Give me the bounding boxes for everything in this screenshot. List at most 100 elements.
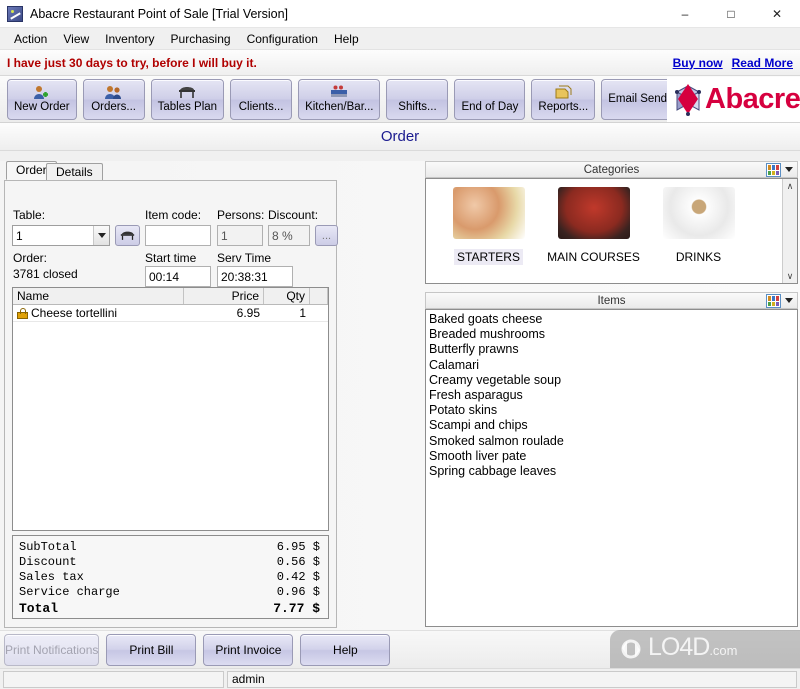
totals-row-total: Total 7.77 $: [19, 600, 320, 618]
categories-list[interactable]: STARTERS MAIN COURSES DRINKS ∧ ∨: [425, 178, 798, 284]
window-controls: – □ ✕: [662, 0, 800, 28]
service-charge-value: 0.96 $: [276, 585, 320, 599]
help-button[interactable]: Help: [300, 633, 391, 666]
totals-row-discount: Discount 0.56 $: [19, 555, 320, 570]
list-item[interactable]: Scampi and chips: [429, 418, 797, 433]
drinks-photo: [662, 187, 735, 239]
grid-header: Name Price Qty: [13, 288, 328, 305]
menu-purchasing[interactable]: Purchasing: [163, 29, 239, 49]
tab-details[interactable]: Details: [46, 163, 103, 180]
column-header-price[interactable]: Price: [184, 288, 264, 304]
item-code-label: Item code:: [145, 208, 202, 222]
end-of-day-button[interactable]: End of Day: [454, 78, 526, 120]
window-title: Abacre Restaurant Point of Sale [Trial V…: [30, 6, 289, 21]
serv-time-label: Serv Time: [217, 251, 272, 265]
column-header-spacer: [310, 288, 328, 304]
print-notifications-button[interactable]: Print Notifications: [4, 633, 100, 666]
buy-now-link[interactable]: Buy now: [673, 56, 723, 70]
discount-total-label: Discount: [19, 555, 77, 569]
print-bill-button[interactable]: Print Bill: [106, 633, 197, 666]
category-item[interactable]: MAIN COURSES: [545, 187, 642, 283]
order-value: 3781 closed: [13, 267, 78, 281]
main-toolbar: New Order Orders... Tables Plan Clients.…: [0, 76, 800, 123]
menu-configuration[interactable]: Configuration: [239, 29, 326, 49]
orders-button[interactable]: Orders...: [82, 78, 145, 120]
start-time-input[interactable]: [145, 266, 211, 287]
list-item[interactable]: Spring cabbage leaves: [429, 464, 797, 479]
table-select[interactable]: 1: [12, 225, 110, 246]
tables-plan-button[interactable]: Tables Plan: [150, 78, 225, 120]
discount-total-value: 0.56 $: [276, 555, 320, 569]
item-code-input[interactable]: [145, 225, 211, 246]
tables-plan-icon: [178, 84, 196, 100]
chevron-down-icon[interactable]: [93, 226, 109, 245]
print-invoice-button[interactable]: Print Invoice: [203, 633, 294, 666]
action-button-bar: Print Notifications Print Bill Print Inv…: [0, 630, 800, 668]
discount-more-button[interactable]: ...: [315, 225, 338, 246]
categories-scrollbar[interactable]: ∧ ∨: [782, 179, 797, 283]
sales-tax-label: Sales tax: [19, 570, 84, 584]
reports-icon: [554, 84, 572, 100]
orders-icon: [104, 84, 123, 100]
category-item[interactable]: STARTERS: [440, 187, 537, 283]
scroll-up-icon[interactable]: ∧: [787, 179, 794, 193]
chevron-down-icon[interactable]: [785, 298, 793, 303]
list-item[interactable]: Smoked salmon roulade: [429, 434, 797, 449]
items-list[interactable]: Baked goats cheese Breaded mushrooms But…: [425, 309, 798, 627]
kitchen-bar-button[interactable]: Kitchen/Bar...: [298, 78, 381, 120]
list-item[interactable]: Potato skins: [429, 403, 797, 418]
item-price: 6.95: [236, 306, 260, 320]
panel-splitter[interactable]: [343, 161, 425, 630]
chevron-down-icon[interactable]: [785, 167, 793, 172]
abacre-logo-text: Abacre: [705, 83, 800, 115]
column-header-qty[interactable]: Qty: [264, 288, 310, 304]
order-items-grid[interactable]: Name Price Qty Cheese tortellini 6.95 1: [12, 287, 329, 531]
list-item[interactable]: Breaded mushrooms: [429, 327, 797, 342]
close-button[interactable]: ✕: [754, 0, 800, 28]
menu-help[interactable]: Help: [326, 29, 367, 49]
table-picker-button[interactable]: [115, 225, 140, 246]
reports-label: Reports...: [538, 101, 589, 113]
subtotal-value: 6.95 $: [276, 540, 320, 554]
categories-title: Categories: [583, 163, 640, 176]
end-of-day-label: End of Day: [461, 101, 519, 113]
minimize-button[interactable]: –: [662, 0, 708, 28]
table-label: Table:: [13, 208, 46, 222]
list-item[interactable]: Baked goats cheese: [429, 312, 797, 327]
grid-view-icon[interactable]: [766, 294, 781, 308]
read-more-link[interactable]: Read More: [732, 56, 793, 70]
reports-button[interactable]: Reports...: [531, 78, 596, 120]
table-row[interactable]: Cheese tortellini 6.95 1: [13, 305, 328, 322]
category-label: MAIN COURSES: [547, 250, 640, 264]
item-name: Cheese tortellini: [31, 306, 118, 320]
list-item[interactable]: Butterfly prawns: [429, 342, 797, 357]
shifts-label: Shifts...: [398, 101, 437, 113]
status-pane-left: [3, 670, 224, 688]
menu-action[interactable]: Action: [6, 29, 55, 49]
menu-inventory[interactable]: Inventory: [97, 29, 162, 49]
menu-view[interactable]: View: [55, 29, 97, 49]
catalog-panel: Categories STARTERS MAIN COURSES DRINKS: [425, 161, 798, 630]
trial-notice-bar: I have just 30 days to try, before I wil…: [0, 50, 800, 76]
list-item[interactable]: Creamy vegetable soup: [429, 373, 797, 388]
sales-tax-value: 0.42 $: [276, 570, 320, 584]
list-item[interactable]: Fresh asparagus: [429, 388, 797, 403]
start-time-label: Start time: [145, 251, 197, 265]
grid-view-icon[interactable]: [766, 163, 781, 177]
maximize-button[interactable]: □: [708, 0, 754, 28]
clients-button[interactable]: Clients...: [230, 78, 293, 120]
tab-strip: Order Details: [6, 161, 343, 180]
scroll-down-icon[interactable]: ∨: [787, 269, 794, 283]
discount-input[interactable]: [268, 225, 310, 246]
column-header-name[interactable]: Name: [13, 288, 184, 304]
category-item[interactable]: DRINKS: [650, 187, 747, 283]
new-order-button[interactable]: New Order: [7, 78, 77, 120]
list-item[interactable]: Smooth liver pate: [429, 449, 797, 464]
persons-input[interactable]: [217, 225, 263, 246]
shifts-button[interactable]: Shifts...: [386, 78, 449, 120]
item-qty: 1: [299, 306, 306, 320]
serv-time-input[interactable]: [217, 266, 293, 287]
persons-label: Persons:: [217, 208, 265, 222]
list-item[interactable]: Calamari: [429, 358, 797, 373]
category-label: DRINKS: [675, 250, 722, 264]
